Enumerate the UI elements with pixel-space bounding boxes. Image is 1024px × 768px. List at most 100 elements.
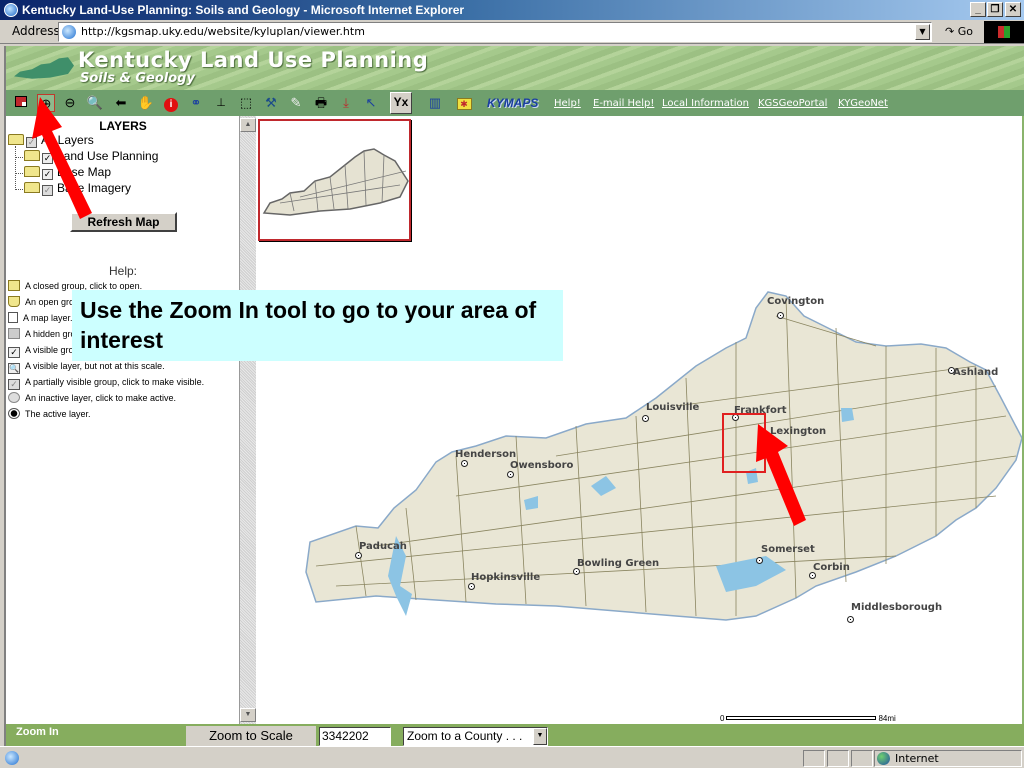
city-label-somerset: Somerset: [761, 544, 815, 555]
address-url: http://kgsmap.uky.edu/website/kyluplan/v…: [81, 25, 365, 38]
address-label: Address: [12, 24, 60, 38]
zoom-to-scale-button[interactable]: Zoom to Scale: [186, 726, 316, 746]
go-button[interactable]: ↷ Go: [940, 23, 978, 41]
layers-title: LAYERS: [99, 119, 147, 133]
zoom-to-county-select[interactable]: Zoom to a County . . . ▼: [403, 727, 548, 746]
help-text: A partially visible group, click to make…: [25, 377, 205, 387]
city-marker[interactable]: [355, 552, 362, 559]
banner-title: Kentucky Land Use Planning: [78, 48, 429, 72]
city-label-covington: Covington: [767, 296, 825, 307]
map-canvas[interactable]: Covington Ashland Louisville Frankfort L…: [256, 116, 1022, 724]
city-label-corbin: Corbin: [813, 562, 850, 573]
scroll-up-arrow-icon[interactable]: ▲: [240, 118, 256, 132]
security-zone-label: Internet: [895, 752, 939, 765]
status-cell: [851, 750, 873, 767]
layer-group-base-imagery[interactable]: ✓ Base Imagery: [24, 180, 131, 196]
open-folder-icon[interactable]: [8, 134, 24, 145]
kgsgeoportal-link[interactable]: KGSGeoPortal: [758, 98, 827, 109]
identify-icon[interactable]: i: [162, 94, 180, 112]
scale-input[interactable]: 3342202: [319, 727, 391, 746]
checked-box-icon: ✓: [8, 347, 20, 358]
instruction-callout: Use the Zoom In tool to go to your area …: [72, 290, 563, 361]
scale-bar: 0 84mi: [720, 714, 896, 723]
restore-button[interactable]: ❐: [987, 2, 1003, 17]
browser-status-bar: Internet: [0, 746, 1024, 768]
city-label-owensboro: Owensboro: [510, 460, 574, 471]
zoom-full-extent-icon[interactable]: 🔍: [86, 94, 104, 112]
visible-checkbox[interactable]: ✓: [42, 153, 53, 164]
select-point-icon[interactable]: ↖: [362, 94, 380, 112]
go-label: Go: [957, 25, 973, 38]
closed-folder-icon[interactable]: [24, 166, 40, 177]
windows-logo-icon: [984, 21, 1024, 43]
closed-folder-icon[interactable]: [24, 182, 40, 193]
partial-checkbox[interactable]: ✓: [26, 137, 37, 148]
measure-icon[interactable]: ⊥: [212, 94, 230, 112]
print-icon[interactable]: 🖶: [312, 94, 330, 112]
current-tool-label: Zoom In: [16, 726, 59, 738]
hidden-box-icon: [8, 328, 20, 339]
address-dropdown-button[interactable]: ▼: [915, 24, 930, 40]
city-label-bowling-green: Bowling Green: [577, 558, 660, 569]
select-rectangle-icon[interactable]: ⬚: [237, 94, 255, 112]
partial-checkbox[interactable]: ✓: [42, 185, 53, 196]
help-title: Help:: [108, 264, 137, 278]
kygeonet-link[interactable]: KYGeoNet: [838, 98, 888, 109]
help-text: The active layer.: [25, 409, 91, 419]
city-marker[interactable]: [642, 415, 649, 422]
layer-label: Land Use Planning: [57, 149, 159, 163]
download-icon[interactable]: ⤓: [337, 94, 355, 112]
address-input[interactable]: http://kgsmap.uky.edu/website/kyluplan/v…: [58, 22, 932, 42]
city-marker[interactable]: [461, 460, 468, 467]
radio-filled-icon: [8, 408, 20, 419]
back-icon[interactable]: ⬅: [112, 94, 130, 112]
local-information-link[interactable]: Local Information: [662, 98, 749, 109]
kentucky-map[interactable]: [256, 116, 1022, 724]
zoom-out-icon[interactable]: ⊖: [61, 94, 79, 112]
help-link[interactable]: Help!: [554, 98, 581, 109]
city-marker[interactable]: [777, 312, 784, 319]
partial-box-icon: ✓: [8, 379, 20, 390]
page-icon: [62, 25, 76, 39]
xy-coordinates-icon[interactable]: Yx: [390, 92, 412, 114]
refresh-map-button[interactable]: Refresh Map: [70, 212, 177, 232]
scale-end: 84mi: [878, 714, 896, 723]
map-layer-icon: [8, 312, 18, 323]
pan-hand-icon[interactable]: ✋: [137, 94, 155, 112]
tree-connector: [15, 146, 16, 190]
visible-checkbox[interactable]: ✓: [42, 169, 53, 180]
closed-folder-icon[interactable]: [24, 150, 40, 161]
layer-group-base-map[interactable]: ✓ Base Map: [24, 164, 111, 180]
help-item: A map layer.: [8, 311, 73, 327]
clear-selection-icon[interactable]: ✎: [287, 94, 305, 112]
city-marker[interactable]: [507, 471, 514, 478]
close-button[interactable]: ✕: [1005, 2, 1021, 17]
city-marker[interactable]: [847, 616, 854, 623]
city-marker[interactable]: [809, 572, 816, 579]
city-marker[interactable]: [468, 583, 475, 590]
zoom-in-icon[interactable]: ⊕: [37, 94, 55, 112]
query-icon[interactable]: ⚒: [262, 94, 280, 112]
city-marker[interactable]: [767, 436, 774, 443]
map-status-bar: Zoom In Zoom to Scale 3342202 Zoom to a …: [6, 724, 1024, 746]
layers-scrollbar[interactable]: ▲ ▼: [240, 116, 256, 724]
minimize-button[interactable]: _: [970, 2, 986, 17]
city-label-ashland: Ashland: [953, 367, 999, 378]
find-binoculars-icon[interactable]: ⚭: [187, 94, 205, 112]
open-folder-icon[interactable]: ✱: [455, 94, 473, 112]
toggle-legend-icon[interactable]: [12, 94, 30, 112]
city-label-paducah: Paducah: [359, 541, 407, 552]
address-bar: Address http://kgsmap.uky.edu/website/ky…: [0, 20, 1024, 44]
chevron-down-icon[interactable]: ▼: [533, 728, 547, 745]
kentucky-logo-icon: [14, 57, 74, 79]
layer-group-land-use-planning[interactable]: ✓ Land Use Planning: [24, 148, 158, 164]
city-marker[interactable]: [756, 557, 763, 564]
county-select-value: Zoom to a County . . .: [407, 729, 523, 743]
scroll-down-arrow-icon[interactable]: ▼: [240, 708, 256, 722]
bookmark-icon[interactable]: ▥: [426, 94, 444, 112]
layer-group-all[interactable]: ✓ All Layers: [8, 132, 94, 148]
email-help-link[interactable]: E-mail Help!: [593, 98, 654, 109]
kymaps-logo[interactable]: KYMAPS: [487, 96, 538, 110]
help-text: A map layer.: [23, 313, 73, 323]
city-marker[interactable]: [573, 568, 580, 575]
